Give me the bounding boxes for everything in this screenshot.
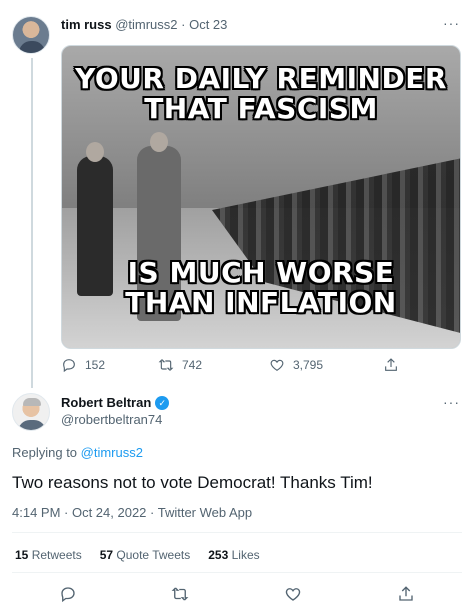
avatar-hair	[23, 398, 41, 406]
engagement-stats: 15 Retweets 57 Quote Tweets 253 Likes	[15, 548, 260, 562]
quote-tweets-stat-number: 57	[99, 548, 114, 562]
like-button[interactable]: 3,795	[269, 357, 323, 373]
retweet-icon	[171, 587, 189, 601]
retweets-stat[interactable]: 15 Retweets	[15, 548, 82, 562]
like-button[interactable]	[284, 585, 302, 608]
tweet-image[interactable]: YOUR DAILY REMINDER THAT FASCISM IS MUCH…	[61, 45, 461, 349]
reply-button[interactable]	[59, 585, 77, 608]
likes-stat-label: Likes	[228, 548, 260, 562]
image-head-left	[86, 142, 104, 162]
author-name[interactable]: tim russ	[61, 17, 112, 32]
divider	[12, 532, 462, 533]
share-button[interactable]	[383, 357, 399, 373]
divider	[12, 572, 462, 573]
quote-tweets-stat-label: Quote Tweets	[113, 548, 191, 562]
likes-stat-number: 253	[208, 548, 229, 562]
replying-to-prefix: Replying to	[12, 445, 81, 460]
reply-text: Two reasons not to vote Democrat! Thanks…	[12, 473, 373, 492]
author-handle[interactable]: @timruss2	[115, 17, 177, 32]
image-head-center	[150, 132, 168, 152]
retweets-stat-number: 15	[15, 548, 29, 562]
avatar-shirt	[19, 41, 45, 53]
header-separator: ·	[177, 17, 190, 32]
replying-to-link[interactable]: @timruss2	[81, 445, 143, 460]
reply-timestamp[interactable]: 4:14 PM · Oct 24, 2022 · Twitter Web App	[12, 505, 252, 520]
tweet-header: tim russ @timruss2 · Oct 23	[61, 16, 227, 34]
more-options-icon[interactable]: ···	[443, 395, 460, 409]
share-icon	[385, 358, 397, 371]
tweet-date[interactable]: Oct 23	[189, 17, 227, 32]
retweet-count: 742	[182, 358, 203, 372]
caption-top-line1: YOUR DAILY REMINDER	[75, 62, 447, 95]
reply-icon	[63, 359, 75, 373]
avatar-robert-beltran[interactable]	[12, 393, 50, 431]
tweet-action-bar: 152 742 3,795	[61, 357, 421, 375]
retweet-icon	[158, 359, 174, 371]
reply-author-name[interactable]: Robert Beltran	[61, 395, 151, 410]
share-button[interactable]	[397, 585, 415, 608]
caption-top-line2: THAT FASCISM	[144, 92, 378, 125]
thread-connector-line	[31, 58, 33, 388]
image-caption-bottom: IS MUCH WORSE THAN INFLATION	[62, 258, 460, 318]
reply-author-handle[interactable]: @robertbeltran74	[61, 412, 162, 427]
likes-stat[interactable]: 253 Likes	[208, 548, 259, 562]
verified-badge-icon: ✓	[155, 395, 170, 410]
like-icon	[270, 359, 284, 372]
reply-action-bar	[12, 585, 462, 605]
retweets-stat-label: Retweets	[28, 548, 82, 562]
reply-icon	[61, 587, 75, 603]
share-icon	[399, 586, 413, 601]
avatar-shirt	[18, 420, 46, 430]
reply-author-row: Robert Beltran ✓	[61, 395, 170, 410]
replying-to-line: Replying to @timruss2	[12, 445, 143, 460]
reply-count: 152	[85, 358, 106, 372]
reply-button[interactable]: 152	[61, 357, 105, 373]
avatar-tim-russ[interactable]	[12, 16, 50, 54]
like-icon	[285, 588, 301, 601]
caption-bottom-line1: IS MUCH WORSE	[127, 256, 395, 289]
retweet-button[interactable]	[171, 585, 189, 608]
caption-bottom-line2: THAN INFLATION	[125, 286, 397, 319]
like-count: 3,795	[293, 358, 324, 372]
retweet-button[interactable]: 742	[158, 357, 202, 373]
quote-tweets-stat[interactable]: 57 Quote Tweets	[100, 548, 191, 562]
more-options-icon[interactable]: ···	[443, 16, 460, 30]
image-caption-top: YOUR DAILY REMINDER THAT FASCISM	[62, 64, 460, 124]
